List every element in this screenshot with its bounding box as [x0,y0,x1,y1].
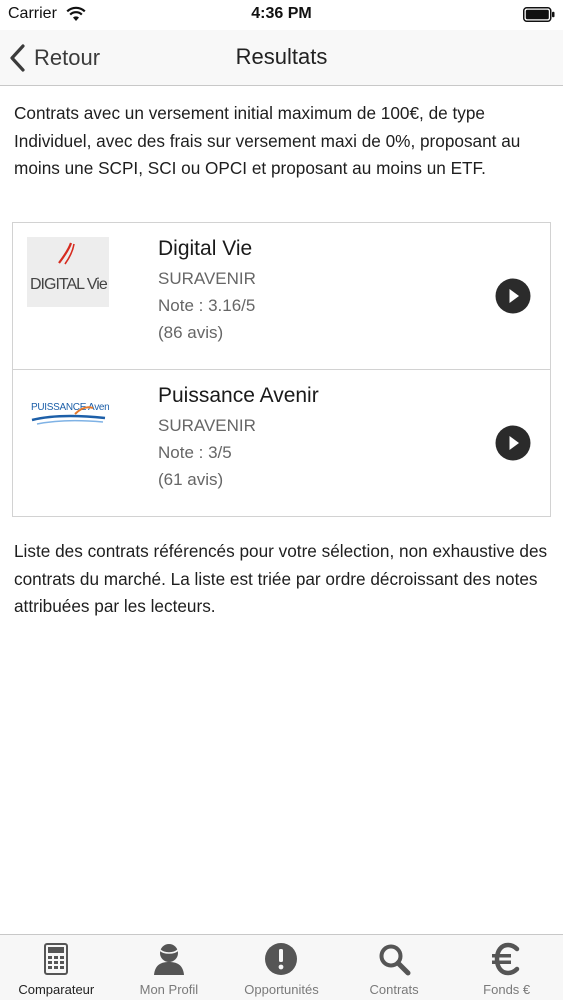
results-list: DIGITAL Vie Digital Vie SURAVENIR Note :… [12,222,551,517]
result-card-digital-vie[interactable]: DIGITAL Vie Digital Vie SURAVENIR Note :… [13,223,550,370]
results-footnote: Liste des contrats référencés pour votre… [14,541,548,616]
clock: 4:36 PM [251,5,312,22]
exclamation-icon [265,943,298,975]
user-icon [153,944,184,975]
contract-rating: Note : 3.16/5 [158,296,256,315]
status-bar: Carrier 4:36 PM [0,0,563,30]
result-card-puissance-avenir[interactable]: PUISSANCE Avenir Puissance Avenir SURAVE… [13,370,550,516]
insurer-name: SURAVENIR [158,269,256,288]
contract-name: Digital Vie [158,237,253,260]
navigation-bar: Retour Resultats [0,30,563,86]
digital-vie-logo: DIGITAL Vie [27,237,109,307]
logo-text-puissance: PUISSANCE Avenir [31,402,109,413]
search-icon [379,944,411,976]
tab-opportunites[interactable]: Opportunités [225,935,338,1000]
contract-rating: Note : 3/5 [158,443,232,462]
contract-name: Puissance Avenir [158,384,319,407]
tab-label: Fonds € [483,982,531,997]
tab-label: Mon Profil [139,982,199,997]
tab-contrats[interactable]: Contrats [338,935,451,1000]
euro-icon [491,942,519,976]
review-count: (86 avis) [158,323,224,342]
tab-label: Comparateur [18,982,95,997]
review-count: (61 avis) [158,470,224,489]
tab-bar: Comparateur Mon Profil Opportunités Cont… [0,934,563,1000]
tab-mon-profil[interactable]: Mon Profil [113,935,226,1000]
battery-icon [523,7,555,22]
tab-label: Opportunités [244,982,319,997]
search-criteria-description: Contrats avec un versement initial maxim… [14,103,521,178]
logo-text-digital: DIGITAL Vie [30,276,108,293]
insurer-name: SURAVENIR [158,416,256,435]
tab-comparateur[interactable]: Comparateur [0,935,113,1000]
page-title: Resultats [235,44,328,69]
calculator-icon [44,943,69,975]
play-circle-icon[interactable] [495,425,531,461]
puissance-avenir-logo: PUISSANCE Avenir [31,402,109,425]
tab-fonds-euro[interactable]: Fonds € [450,935,563,1000]
tab-label: Contrats [369,982,419,997]
play-circle-icon[interactable] [495,278,531,314]
